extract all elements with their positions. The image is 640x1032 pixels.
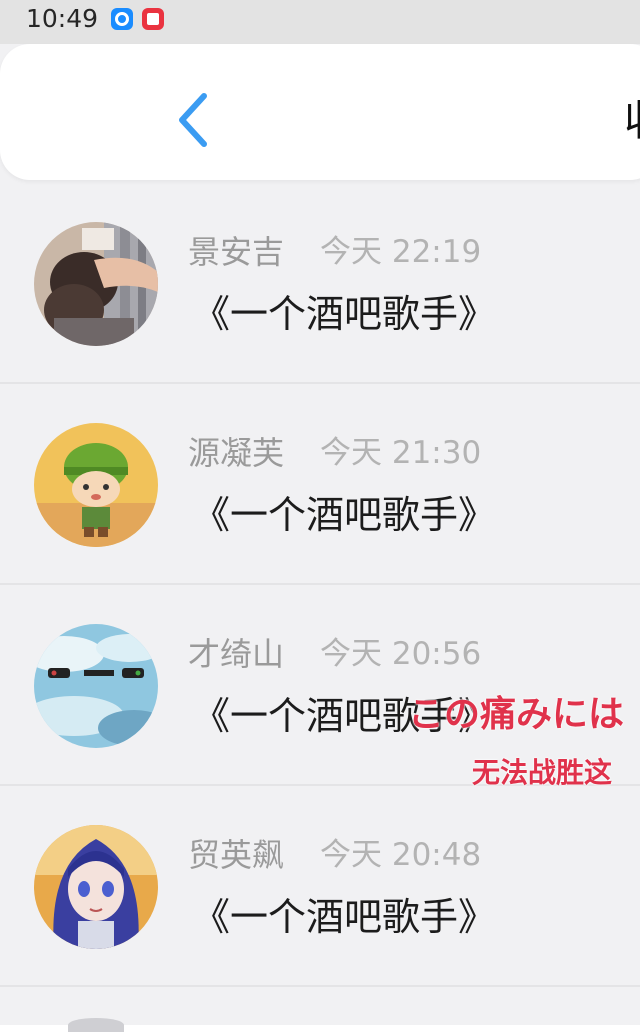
- message-time: 今天 20:48: [320, 837, 482, 873]
- back-button[interactable]: [168, 90, 218, 150]
- contact-name: 源凝芙: [188, 434, 285, 472]
- chevron-left-icon: [179, 93, 207, 147]
- header: 收: [0, 44, 640, 180]
- photo-avatar: [34, 222, 158, 346]
- message-time: 今天 20:56: [320, 636, 482, 672]
- message-text: 《一个酒吧歌手》: [192, 694, 497, 738]
- contact-name: 景安吉: [188, 233, 285, 271]
- divider: [0, 784, 640, 786]
- status-time: 10:49: [26, 4, 99, 33]
- message-text: 《一个酒吧歌手》: [192, 895, 497, 939]
- message-text: 《一个酒吧歌手》: [192, 292, 497, 336]
- cartoon-soldier-avatar: [34, 423, 158, 547]
- message-text: 《一个酒吧歌手》: [192, 493, 497, 537]
- list-item[interactable]: 才绮山 今天 20:56 《一个酒吧歌手》: [0, 596, 640, 796]
- avatar[interactable]: [34, 222, 158, 346]
- contact-name: 贸英飙: [188, 836, 285, 874]
- divider: [0, 985, 640, 987]
- divider: [0, 382, 640, 384]
- avatar[interactable]: [34, 423, 158, 547]
- divider: [0, 583, 640, 585]
- header-area: 收: [0, 44, 640, 194]
- contact-name: 才绮山: [188, 635, 285, 673]
- red-app-icon: [142, 8, 164, 30]
- sky-traffic-light-avatar: [34, 624, 158, 748]
- avatar[interactable]: [34, 624, 158, 748]
- list-item[interactable]: 贸英飙 今天 20:48 《一个酒吧歌手》: [0, 797, 640, 997]
- page-title: 收: [624, 96, 640, 146]
- partial-avatar: [68, 1018, 124, 1032]
- anime-girl-avatar: [34, 825, 158, 949]
- browser-app-icon: [111, 8, 133, 30]
- message-list[interactable]: 景安吉 今天 22:19 《一个酒吧歌手》 源凝芙 今天 21:30 《一个酒吧…: [0, 194, 640, 1025]
- avatar[interactable]: [34, 825, 158, 949]
- status-bar: 10:49: [0, 0, 640, 44]
- message-time: 今天 21:30: [320, 435, 482, 471]
- list-item[interactable]: 源凝芙 今天 21:30 《一个酒吧歌手》: [0, 395, 640, 595]
- message-time: 今天 22:19: [320, 234, 482, 270]
- list-item[interactable]: 景安吉 今天 22:19 《一个酒吧歌手》: [0, 194, 640, 394]
